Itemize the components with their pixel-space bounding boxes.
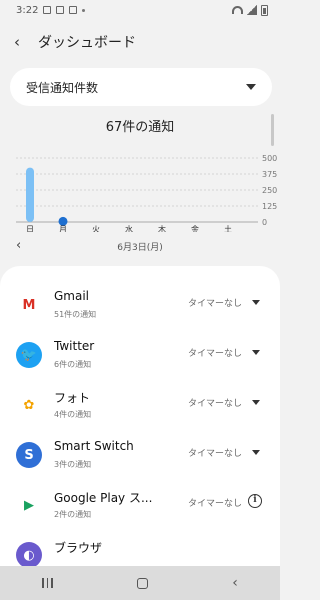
scrollbar[interactable] <box>271 114 274 146</box>
y-tick-label: 500 <box>262 154 277 163</box>
previous-day-icon[interactable]: ‹ <box>16 238 21 253</box>
timer-dropdown-icon[interactable] <box>252 450 260 455</box>
y-tick-label: 375 <box>262 170 277 179</box>
x-tick-label: 月 <box>59 225 67 232</box>
notification-count: 51件の通知 <box>54 310 97 319</box>
timer-dropdown-icon[interactable] <box>252 350 260 355</box>
app-timer[interactable]: タイマーなし <box>188 396 242 409</box>
caret-down-icon <box>246 84 256 90</box>
app-row[interactable]: ✿ フォト 4件の通知 タイマーなし <box>0 382 280 432</box>
app-name: ブラウザ <box>54 541 103 555</box>
app-row[interactable]: ▶ Google Play ス... 2件の通知 タイマーなし i <box>0 482 280 532</box>
info-icon[interactable]: i <box>248 494 262 508</box>
app-row[interactable]: M Gmail 51件の通知 タイマーなし <box>0 282 280 332</box>
x-tick-label: 木 <box>158 224 166 232</box>
x-tick-label: 日 <box>26 225 34 232</box>
app-timer[interactable]: タイマーなし <box>188 346 242 359</box>
status-bar: 3:22 <box>0 0 280 20</box>
y-tick-label: 0 <box>262 218 267 227</box>
notification-count: 4件の通知 <box>54 410 92 419</box>
status-right <box>232 4 268 16</box>
notification-icon <box>56 6 65 14</box>
date-label: 6月3日(月) <box>117 242 163 253</box>
y-tick-label: 125 <box>262 202 277 211</box>
back-icon[interactable]: ‹ <box>232 575 238 591</box>
app-row[interactable]: 🐦 Twitter 6件の通知 タイマーなし <box>0 332 280 382</box>
page-title: ダッシュボード <box>38 35 136 51</box>
twitter-icon: 🐦 <box>16 342 42 368</box>
dropdown-label: 受信通知件数 <box>26 80 99 95</box>
app-name: Smart Switch <box>54 439 134 453</box>
x-tick-label: 火 <box>92 225 100 232</box>
back-arrow-icon[interactable]: ‹ <box>14 33 30 51</box>
bar-chart: 500 375 250 125 0 日 月 火 水 木 金 土 <box>0 150 280 232</box>
app-name: Twitter <box>54 339 95 353</box>
more-notifications-icon <box>82 8 86 12</box>
chart-title: 67件の通知 <box>105 120 175 135</box>
x-tick-label: 水 <box>125 224 133 232</box>
signal-icon <box>247 5 257 15</box>
bar-chart-svg: 500 375 250 125 0 日 月 火 水 木 金 土 <box>16 154 277 232</box>
status-left: 3:22 <box>16 4 86 16</box>
play-store-icon: ▶ <box>16 492 42 518</box>
app-name: Gmail <box>54 289 90 303</box>
notification-count: 6件の通知 <box>54 360 92 369</box>
app-row[interactable]: ◐ ブラウザ <box>0 532 280 566</box>
app-row[interactable]: S Smart Switch 3件の通知 タイマーなし <box>0 432 280 482</box>
timer-dropdown-icon[interactable] <box>252 300 260 305</box>
x-tick-label: 土 <box>224 224 232 232</box>
date-row: ‹ 6月3日(月) <box>0 236 280 256</box>
x-tick-label: 金 <box>191 224 199 232</box>
notification-count: 3件の通知 <box>54 460 92 469</box>
recent-apps-icon[interactable] <box>42 578 53 588</box>
home-icon[interactable] <box>136 577 148 589</box>
smart-switch-icon: S <box>16 442 42 468</box>
browser-icon: ◐ <box>16 542 42 566</box>
battery-icon <box>261 4 268 16</box>
sync-icon <box>69 6 78 14</box>
notification-type-dropdown[interactable]: 受信通知件数 <box>10 68 272 106</box>
wifi-icon <box>232 6 243 14</box>
status-time: 3:22 <box>16 4 39 16</box>
gmail-icon: M <box>16 292 42 318</box>
chart-bar[interactable] <box>26 167 34 222</box>
app-timer[interactable]: タイマーなし <box>188 496 242 509</box>
gallery-notification-icon <box>43 6 52 14</box>
app-timer[interactable]: タイマーなし <box>188 296 242 309</box>
navigation-bar: ‹ <box>0 566 280 600</box>
header: ‹ ダッシュボード <box>0 26 280 58</box>
app-name: フォト <box>54 391 91 405</box>
photos-icon: ✿ <box>16 392 42 418</box>
app-list: M Gmail 51件の通知 タイマーなし 🐦 Twitter 6件の通知 タイマーなし ✿ フォ… <box>0 266 280 566</box>
notification-count: 2件の通知 <box>54 510 92 519</box>
app-name: Google Play ス... <box>54 491 153 505</box>
y-tick-label: 250 <box>262 186 277 195</box>
app-timer[interactable]: タイマーなし <box>188 446 242 459</box>
timer-dropdown-icon[interactable] <box>252 400 260 405</box>
